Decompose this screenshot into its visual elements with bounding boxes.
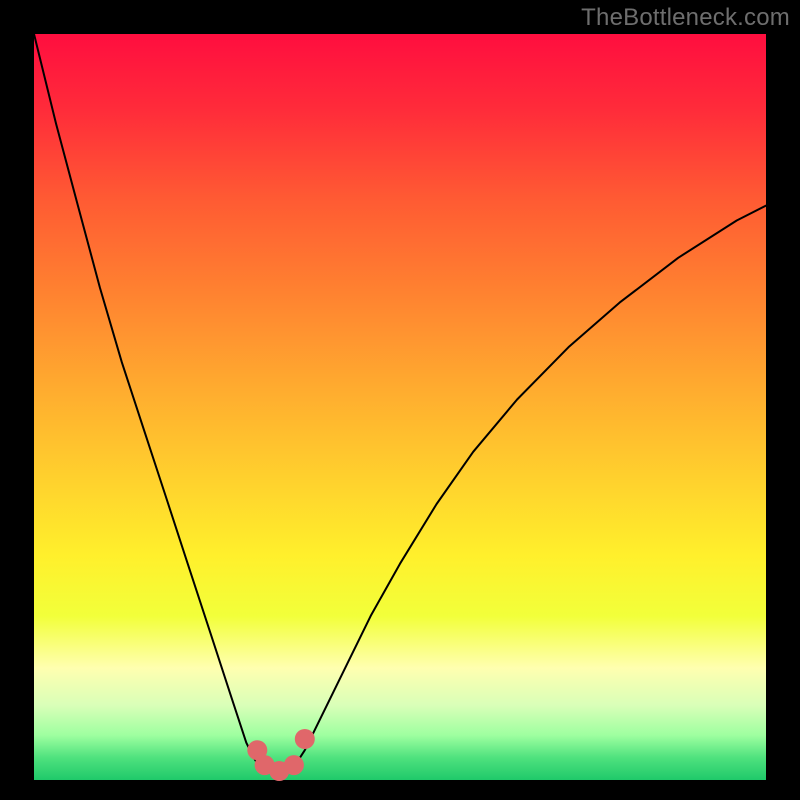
- bottleneck-chart: [0, 0, 800, 800]
- marker-e: [295, 729, 315, 749]
- chart-frame: TheBottleneck.com: [0, 0, 800, 800]
- marker-d: [284, 755, 304, 775]
- plot-background: [34, 34, 766, 780]
